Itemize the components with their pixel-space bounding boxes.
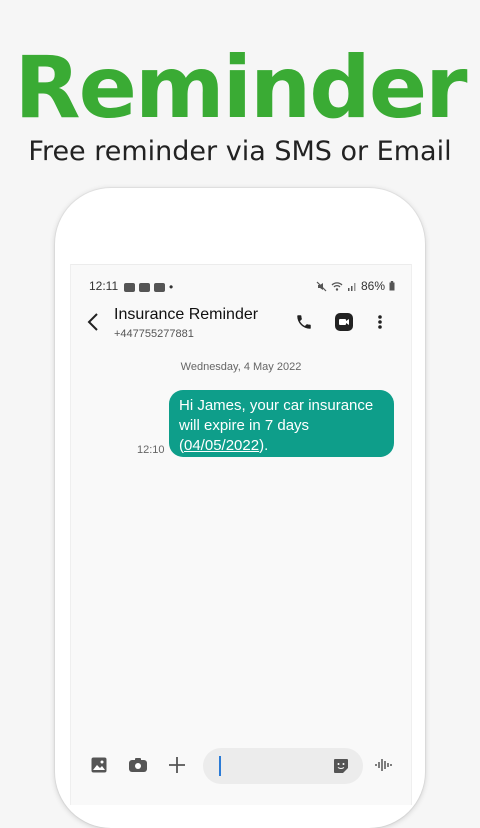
chat-header: Insurance Reminder +447755277881: [71, 305, 411, 345]
message-bubble[interactable]: Hi James, your car insurance will expire…: [169, 390, 394, 457]
status-time: 12:11: [89, 279, 119, 293]
plus-icon[interactable]: [168, 756, 186, 774]
wifi-icon: [331, 282, 343, 291]
text-cursor: [219, 756, 221, 776]
message-time: 12:10: [137, 444, 165, 456]
gallery-icon[interactable]: [91, 757, 107, 773]
vpn-icon: [139, 282, 150, 292]
signal-icon: [347, 283, 356, 291]
battery-percent: 86%: [360, 279, 385, 293]
date-separator: Wednesday, 4 May 2022: [180, 361, 302, 373]
more-options-icon[interactable]: [377, 313, 383, 331]
video-call-icon[interactable]: [335, 313, 353, 331]
message-input[interactable]: [203, 748, 363, 784]
mail-icon: [124, 282, 135, 292]
composer-bar: [71, 747, 411, 785]
promo-subheadline: Free reminder via SMS or Email: [28, 136, 452, 167]
mute-icon: [316, 281, 327, 291]
contact-number: +447755277881: [114, 328, 194, 340]
sticker-icon[interactable]: [333, 758, 349, 774]
status-notification-icons: •: [124, 280, 173, 294]
phone-icon[interactable]: [295, 313, 313, 331]
voice-icon[interactable]: [375, 757, 393, 773]
status-bar: 12:11 • 86%: [71, 279, 411, 295]
contact-name: Insurance Reminder: [114, 306, 259, 323]
camera-icon[interactable]: [129, 757, 147, 773]
phone-screen: 12:11 • 86% Insurance Reminder +44775527…: [70, 264, 412, 805]
youtube-icon: [154, 282, 165, 292]
promo-headline: Reminder: [14, 38, 467, 138]
status-system-icons: 86%: [316, 279, 395, 293]
message-date-link[interactable]: 04/05/2022: [184, 437, 259, 454]
battery-icon: [389, 281, 395, 291]
message-text-end: ).: [259, 437, 269, 454]
status-extra-indicator: •: [169, 280, 174, 294]
back-icon[interactable]: [87, 313, 99, 331]
